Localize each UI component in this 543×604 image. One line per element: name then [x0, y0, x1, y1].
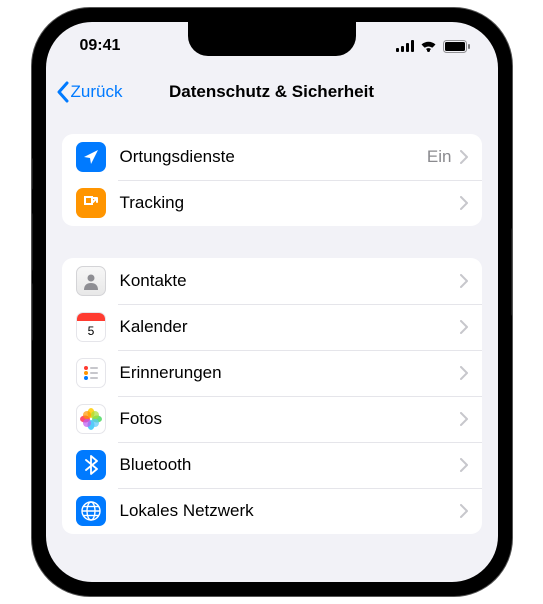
- notch: [188, 22, 356, 56]
- row-reminders[interactable]: Erinnerungen: [62, 350, 482, 396]
- row-bluetooth[interactable]: Bluetooth: [62, 442, 482, 488]
- mute-switch: [32, 158, 33, 190]
- power-button: [511, 228, 512, 316]
- chevron-left-icon: [56, 81, 69, 103]
- row-label: Fotos: [120, 409, 460, 429]
- content[interactable]: Ortungsdienste Ein Tracking: [46, 114, 498, 534]
- phone-frame: 09:41 Zurück Datenschutz & Sicherheit: [32, 8, 512, 596]
- row-label: Kalender: [120, 317, 460, 337]
- chevron-right-icon: [460, 196, 468, 210]
- row-label: Erinnerungen: [120, 363, 460, 383]
- row-label: Kontakte: [120, 271, 460, 291]
- svg-text:5: 5: [87, 324, 94, 338]
- wifi-icon: [420, 40, 437, 52]
- globe-icon: [76, 496, 106, 526]
- settings-group-2: Kontakte 5 Kalender Erinnerungen: [62, 258, 482, 534]
- chevron-right-icon: [460, 320, 468, 334]
- page-title: Datenschutz & Sicherheit: [169, 82, 374, 102]
- row-location-services[interactable]: Ortungsdienste Ein: [62, 134, 482, 180]
- status-indicators: [396, 40, 470, 53]
- row-label: Lokales Netzwerk: [120, 501, 460, 521]
- volume-up: [32, 213, 33, 271]
- back-label: Zurück: [71, 82, 123, 102]
- calendar-icon: 5: [76, 312, 106, 342]
- reminders-icon: [76, 358, 106, 388]
- row-value: Ein: [427, 147, 452, 167]
- back-button[interactable]: Zurück: [56, 81, 123, 103]
- cellular-icon: [396, 40, 414, 52]
- row-label: Tracking: [120, 193, 460, 213]
- contacts-icon: [76, 266, 106, 296]
- settings-group-1: Ortungsdienste Ein Tracking: [62, 134, 482, 226]
- row-photos[interactable]: Fotos: [62, 396, 482, 442]
- bluetooth-icon: [76, 450, 106, 480]
- row-calendar[interactable]: 5 Kalender: [62, 304, 482, 350]
- volume-down: [32, 283, 33, 341]
- battery-icon: [443, 40, 470, 53]
- chevron-right-icon: [460, 150, 468, 164]
- nav-bar: Zurück Datenschutz & Sicherheit: [46, 70, 498, 114]
- row-label: Bluetooth: [120, 455, 460, 475]
- chevron-right-icon: [460, 274, 468, 288]
- row-local-network[interactable]: Lokales Netzwerk: [62, 488, 482, 534]
- status-time: 09:41: [80, 37, 121, 55]
- tracking-icon: [76, 188, 106, 218]
- location-icon: [76, 142, 106, 172]
- chevron-right-icon: [460, 412, 468, 426]
- chevron-right-icon: [460, 366, 468, 380]
- chevron-right-icon: [460, 458, 468, 472]
- photos-icon: [76, 404, 106, 434]
- row-label: Ortungsdienste: [120, 147, 427, 167]
- row-contacts[interactable]: Kontakte: [62, 258, 482, 304]
- row-tracking[interactable]: Tracking: [62, 180, 482, 226]
- screen: 09:41 Zurück Datenschutz & Sicherheit: [46, 22, 498, 582]
- chevron-right-icon: [460, 504, 468, 518]
